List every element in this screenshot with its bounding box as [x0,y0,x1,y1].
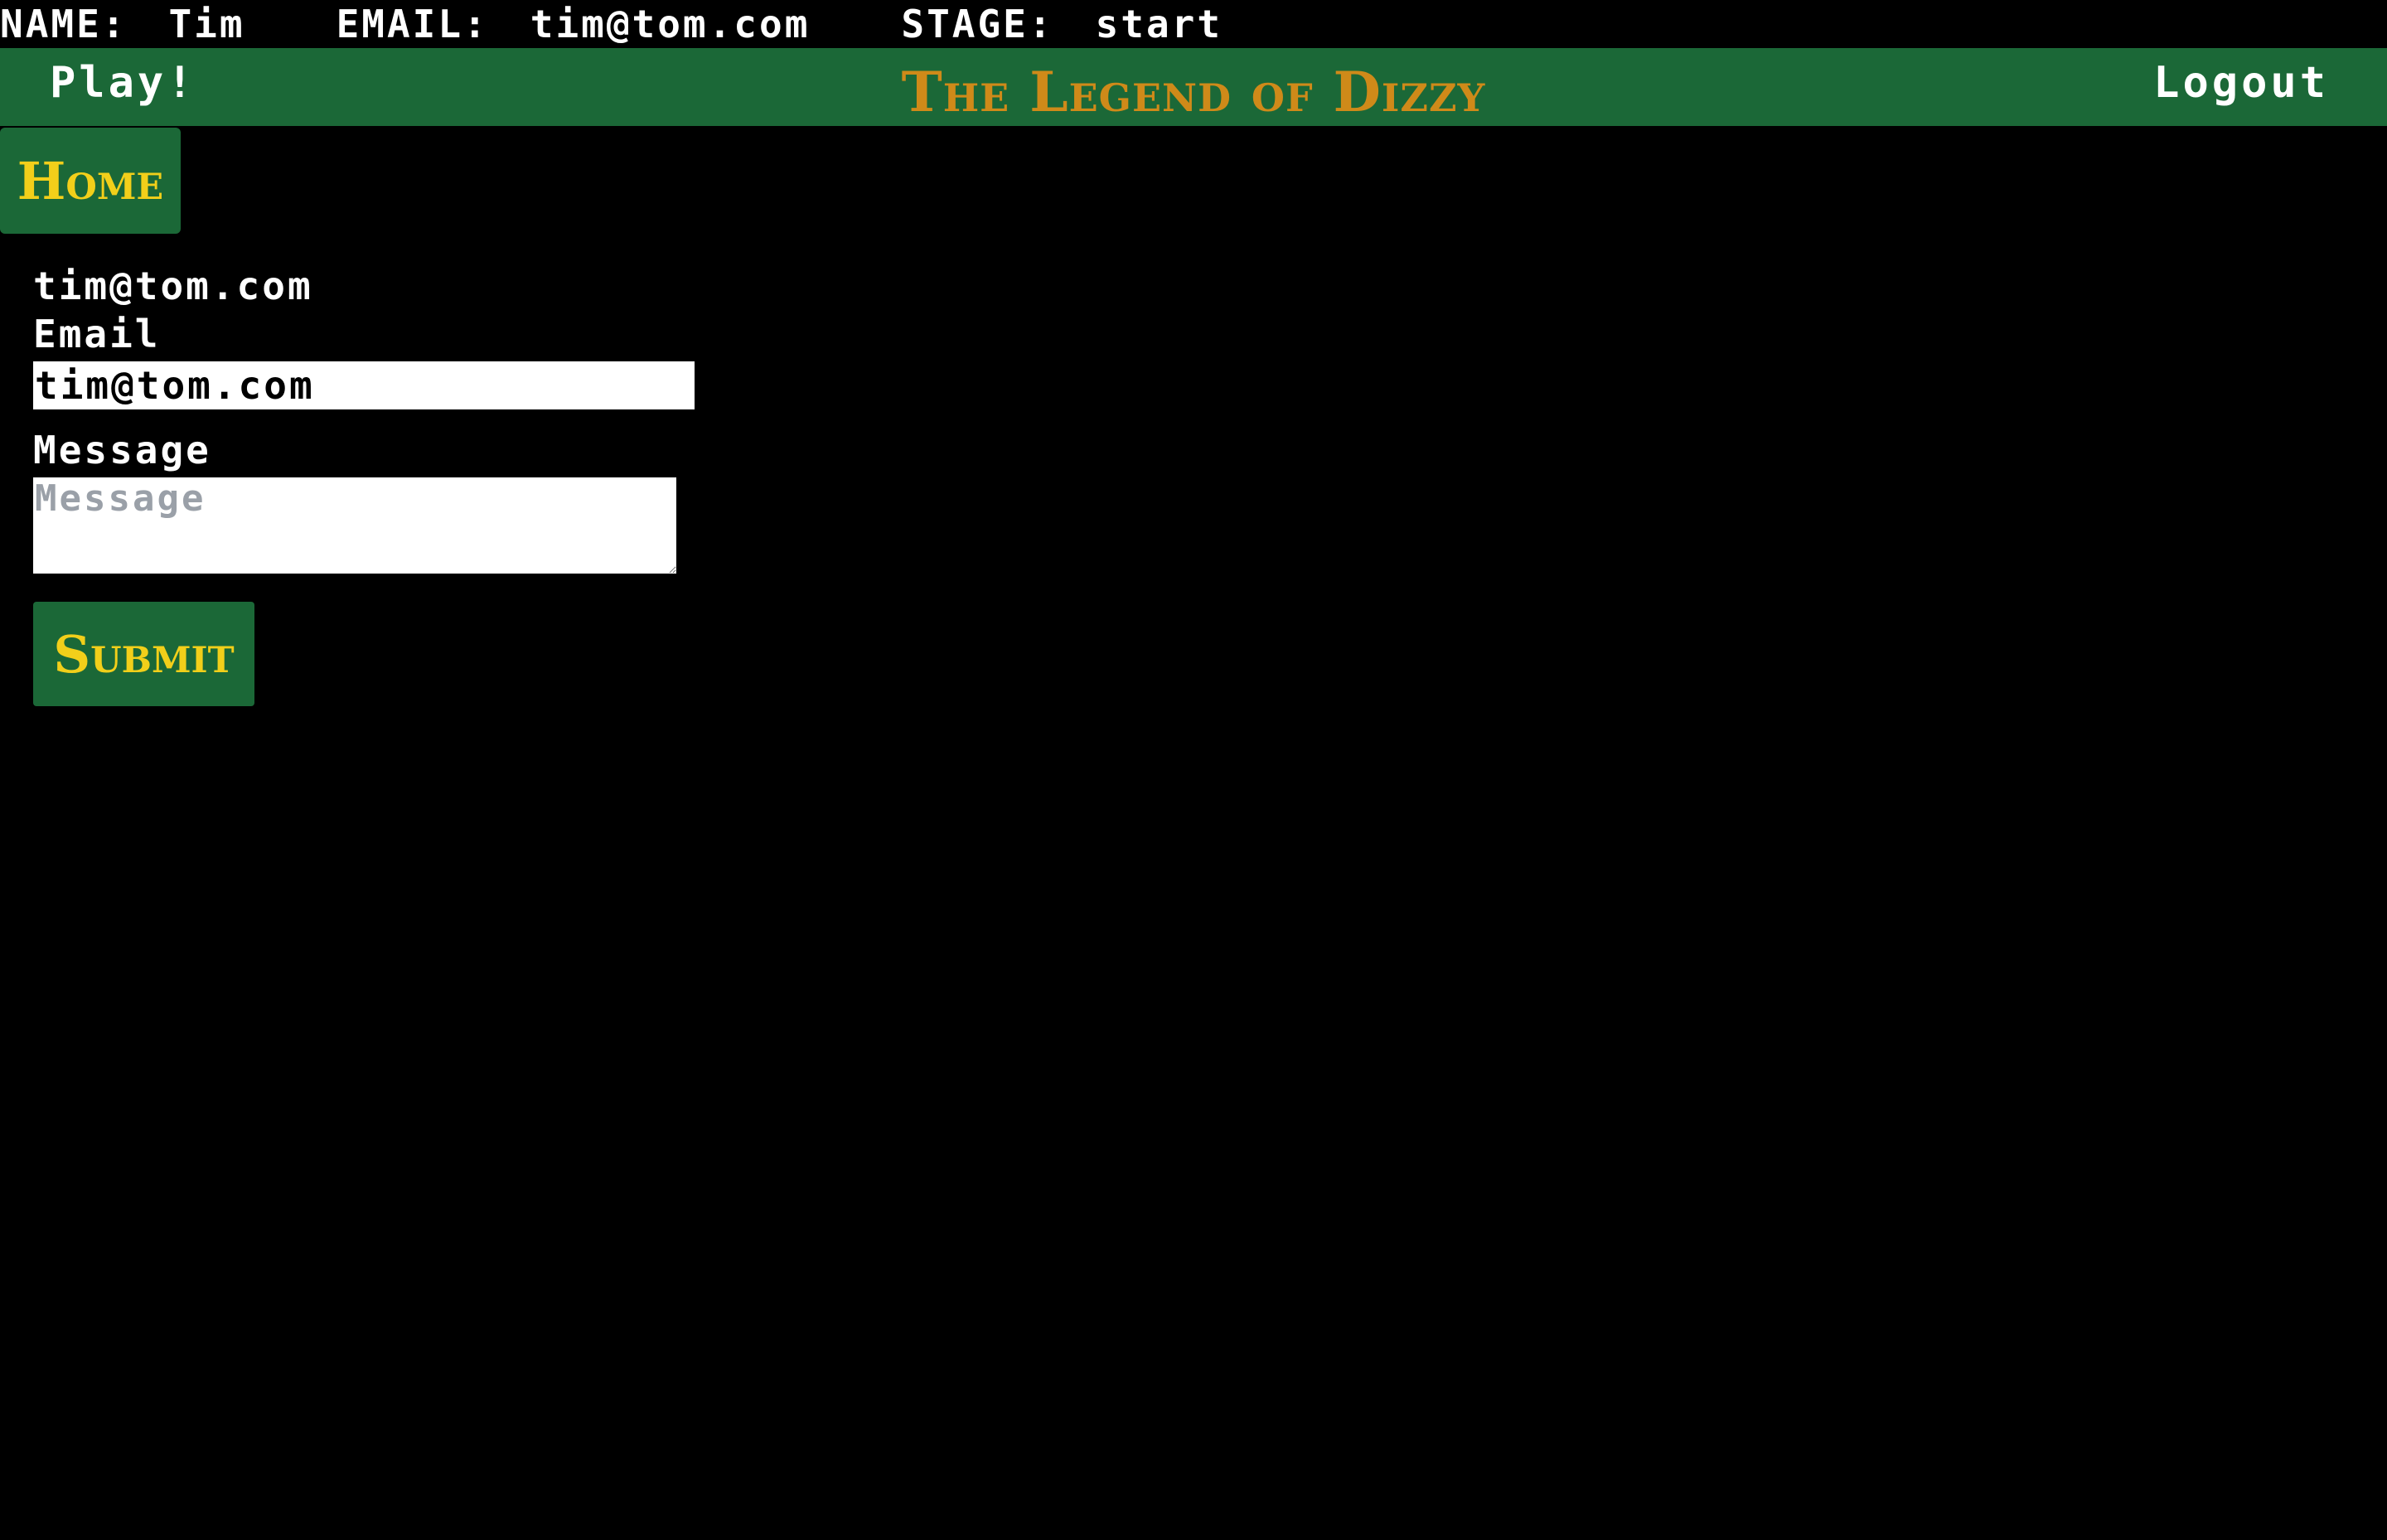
email-label: Email [33,312,161,356]
email-field[interactable] [33,361,695,409]
submit-button[interactable]: Submit [33,602,254,706]
site-title: The Legend of Dizzy [901,60,1486,124]
status-email-label: EMAIL: [336,2,489,46]
user-email-text: tim@tom.com [33,264,313,308]
status-stage-value: start [1095,2,1223,46]
status-stage-label: STAGE: [901,2,1054,46]
logout-link[interactable]: Logout [2153,58,2329,108]
status-email: EMAIL: tim@tom.com [337,2,811,46]
status-name: NAME: Tim [0,2,245,46]
message-label: Message [33,428,211,472]
status-bar: NAME: Tim EMAIL: tim@tom.com STAGE: star… [0,0,2387,48]
status-name-label: NAME: [0,2,128,46]
home-button[interactable]: Home [0,128,181,234]
navbar: Play! The Legend of Dizzy Logout [0,48,2387,126]
status-name-value: Tim [168,2,245,46]
status-email-value: tim@tom.com [530,2,811,46]
message-field[interactable] [33,477,676,574]
status-stage: STAGE: start [901,2,1223,46]
